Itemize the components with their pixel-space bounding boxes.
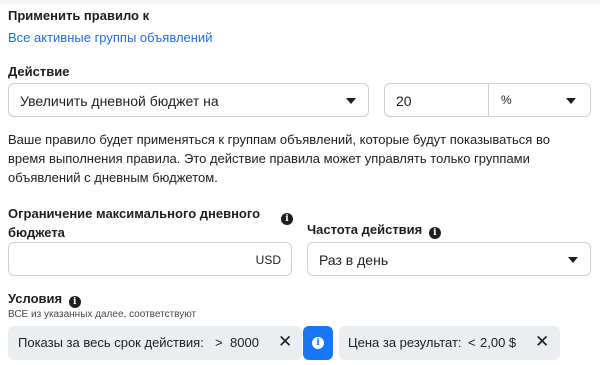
apply-rule-heading: Применить правило к — [8, 8, 150, 23]
max-budget-label: Ограничение максимального дневного бюдже… — [8, 204, 260, 242]
action-select-value: Увеличить дневной бюджет на — [20, 93, 219, 109]
amount-group: 20 % — [384, 83, 591, 117]
caret-down-icon — [566, 98, 576, 104]
action-select[interactable]: Увеличить дневной бюджет на — [8, 83, 369, 117]
conditions-heading-text: Условия — [8, 291, 63, 306]
condition-chip[interactable]: Цена за результат: < 2,00 $ ✕ — [339, 326, 560, 360]
currency-label: USD — [255, 253, 281, 267]
frequency-label-text: Частота действия — [307, 222, 423, 237]
conditions-heading: Условия i — [8, 291, 81, 308]
rule-description: Ваше правило будет применяться к группам… — [8, 132, 550, 185]
amount-divider — [488, 84, 489, 116]
top-divider — [0, 0, 600, 4]
action-heading: Действие — [8, 64, 70, 79]
info-icon[interactable]: i — [281, 213, 293, 225]
close-icon[interactable]: ✕ — [278, 332, 292, 352]
amount-input[interactable]: 20 — [396, 93, 412, 109]
conditions-subtitle: ВСЕ из указанных далее, соответствуют — [8, 309, 197, 320]
info-button[interactable]: i — [303, 326, 333, 360]
caret-down-icon — [568, 257, 578, 263]
info-icon: i — [312, 337, 324, 349]
frequency-select-value: Раз в день — [319, 252, 389, 268]
close-icon[interactable]: ✕ — [535, 332, 549, 352]
info-icon[interactable]: i — [428, 227, 441, 239]
unit-select[interactable]: % — [501, 93, 512, 107]
frequency-select[interactable]: Раз в день — [307, 242, 591, 276]
condition-value: 8000 — [230, 335, 259, 350]
info-icon[interactable]: i — [68, 296, 81, 308]
max-budget-input[interactable]: USD — [8, 242, 292, 276]
caret-down-icon — [346, 98, 356, 104]
condition-chip[interactable]: Показы за весь срок действия: > 8000 ✕ — [8, 326, 302, 360]
condition-label: Цена за результат: — [348, 335, 462, 350]
max-budget-label-line2: бюджета — [8, 225, 65, 240]
target-link[interactable]: Все активные группы объявлений — [8, 30, 212, 45]
frequency-label: Частота действия i — [307, 222, 441, 239]
condition-operator: < — [468, 335, 476, 350]
condition-value: 2,00 $ — [480, 335, 517, 350]
condition-operator: > — [215, 335, 223, 350]
condition-label: Показы за весь срок действия: — [18, 335, 204, 350]
max-budget-label-line1: Ограничение максимального дневного — [8, 206, 261, 221]
